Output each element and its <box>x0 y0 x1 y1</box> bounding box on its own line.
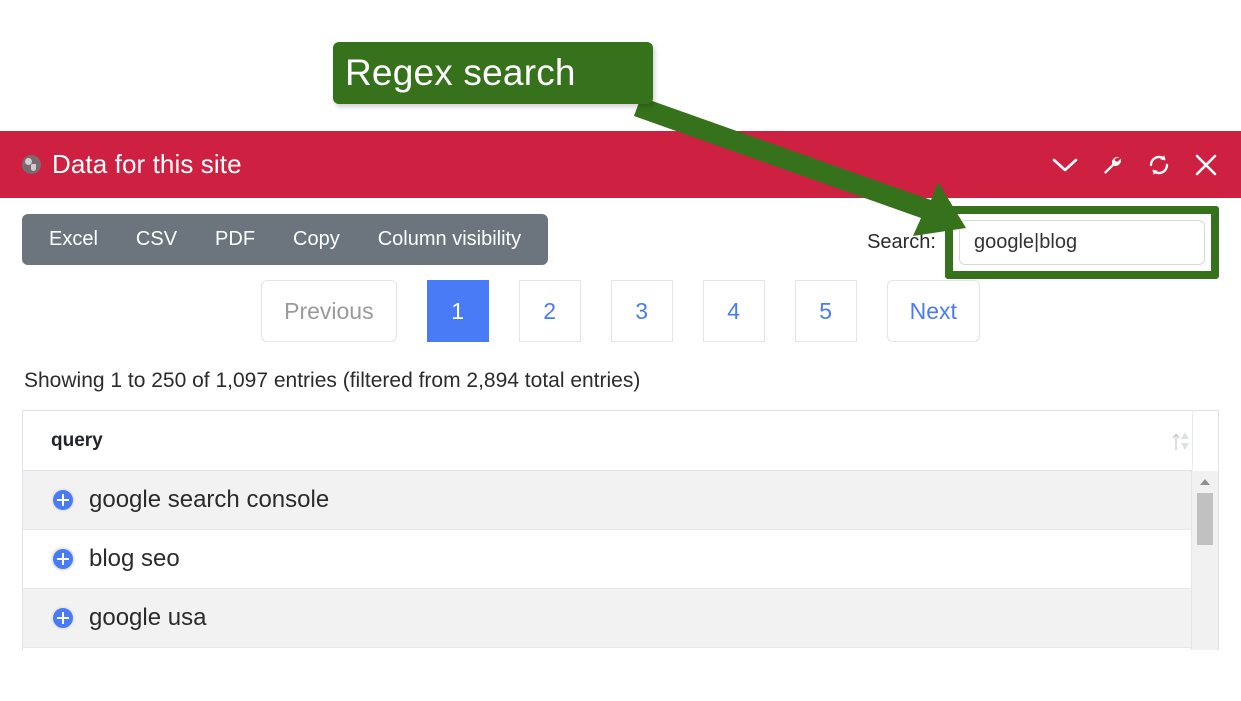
export-excel-button[interactable]: Excel <box>30 214 117 265</box>
pagination: Previous 1 2 3 4 5 Next <box>0 280 1241 342</box>
chevron-down-icon[interactable] <box>1052 152 1078 178</box>
table-scrollbar-thumb[interactable] <box>1197 493 1213 545</box>
panel-header-actions <box>1052 152 1219 178</box>
table-header-scroll-gap <box>1192 411 1218 471</box>
data-table: query google search console blog seo goo… <box>22 410 1219 650</box>
pagination-page-1[interactable]: 1 <box>426 280 489 342</box>
table-header-row: query <box>23 411 1218 471</box>
table-row[interactable]: google usa <box>23 589 1192 648</box>
close-icon[interactable] <box>1193 152 1219 178</box>
pagination-page-5[interactable]: 5 <box>794 280 857 342</box>
table-info-text: Showing 1 to 250 of 1,097 entries (filte… <box>24 369 641 392</box>
table-row[interactable]: google search console <box>23 471 1192 530</box>
search-area: Search: <box>867 206 1219 279</box>
table-scrollbar[interactable] <box>1191 471 1218 650</box>
panel-title: Data for this site <box>52 149 242 179</box>
globe-icon <box>22 155 41 174</box>
column-visibility-button[interactable]: Column visibility <box>359 214 540 265</box>
pagination-page-4[interactable]: 4 <box>702 280 765 342</box>
table-row[interactable]: blog seo <box>23 530 1192 589</box>
annotation-label: Regex search <box>345 52 576 93</box>
column-header-query[interactable]: query <box>51 430 1170 452</box>
panel-header: Data for this site <box>0 131 1241 198</box>
sort-updown-icon[interactable] <box>1170 428 1192 454</box>
annotation-callout: Regex search <box>333 42 653 104</box>
pagination-page-2[interactable]: 2 <box>518 280 581 342</box>
table-cell-query: google usa <box>89 604 207 631</box>
search-highlight-box <box>945 206 1219 279</box>
export-button-group: Excel CSV PDF Copy Column visibility <box>22 214 549 265</box>
panel-title-wrap: Data for this site <box>22 149 1052 180</box>
toolbar-row: Excel CSV PDF Copy Column visibility Sea… <box>0 198 1241 279</box>
table-cell-query: google search console <box>89 486 330 513</box>
plus-circle-icon[interactable] <box>51 547 75 571</box>
table-body: google search console blog seo google us… <box>23 471 1218 648</box>
data-panel: Data for this site Excel CSV PDF Copy Co… <box>0 131 1241 650</box>
pagination-page-3[interactable]: 3 <box>610 280 673 342</box>
pagination-next-button[interactable]: Next <box>886 280 980 342</box>
export-csv-button[interactable]: CSV <box>117 214 196 265</box>
export-pdf-button[interactable]: PDF <box>196 214 274 265</box>
pagination-previous-button[interactable]: Previous <box>261 280 397 342</box>
copy-button[interactable]: Copy <box>274 214 359 265</box>
table-cell-query: blog seo <box>89 545 180 572</box>
search-label: Search: <box>867 231 936 253</box>
triangle-up-icon[interactable] <box>1192 475 1218 489</box>
plus-circle-icon[interactable] <box>51 488 75 512</box>
search-input[interactable] <box>959 220 1205 265</box>
wrench-icon[interactable] <box>1099 152 1125 178</box>
plus-circle-icon[interactable] <box>51 606 75 630</box>
refresh-icon[interactable] <box>1146 152 1172 178</box>
